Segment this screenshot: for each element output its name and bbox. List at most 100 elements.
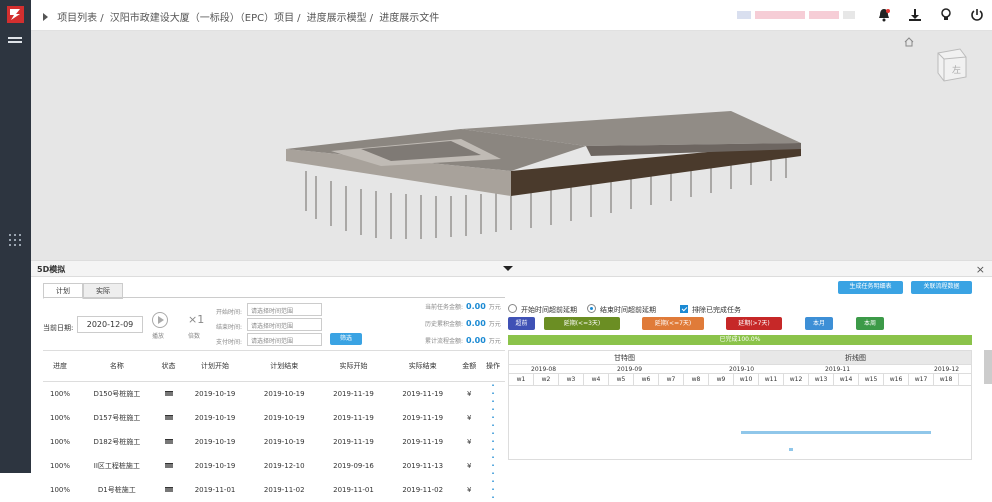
table-row[interactable]: 100% II区工程桩施工 2019-10-19 2019-12-10 2019-09-… — [43, 454, 505, 478]
lightbulb-icon[interactable] — [939, 8, 953, 22]
plan-end-cell: 2019-10-19 — [263, 390, 305, 398]
more-actions-icon[interactable]: · · · — [492, 405, 495, 430]
tab-line-chart[interactable]: 折线图 — [740, 351, 971, 364]
menu-toggle-button[interactable] — [8, 37, 22, 43]
play-label: 播放 — [152, 333, 165, 340]
actual-end-cell: 2019-11-02 — [402, 486, 444, 494]
legend-ahead[interactable]: 超前 — [508, 317, 535, 330]
play-button[interactable] — [152, 312, 168, 328]
task-name-cell: II区工程桩施工 — [93, 462, 140, 470]
progress-cell: 100% — [50, 462, 71, 470]
generate-task-list-button[interactable]: 生成任务明细表 — [838, 281, 903, 294]
gantt-week-label: w7 — [659, 374, 684, 385]
breadcrumb-item-model[interactable]: 进度展示模型 — [307, 13, 367, 24]
power-icon[interactable] — [970, 8, 984, 22]
pay-time-range-input[interactable]: 请选择时间范围 — [247, 333, 322, 346]
start-time-range-input[interactable]: 请选择时间范围 — [247, 303, 322, 316]
gantt-week-label: w17 — [909, 374, 934, 385]
exclude-completed-checkbox[interactable] — [680, 305, 688, 313]
filter-button[interactable]: 筛选 — [330, 333, 362, 345]
breadcrumb-item-project[interactable]: 汉阳市政建设大厦（一标段）（EPC）项目 — [110, 13, 294, 24]
col-status[interactable]: 状态 — [156, 350, 181, 382]
legend-delay-7[interactable]: 延期(<=7天) — [642, 317, 704, 330]
navigation-cube-icon[interactable]: 左 — [930, 43, 970, 83]
app-logo[interactable] — [7, 6, 24, 23]
download-icon[interactable] — [908, 8, 922, 22]
home-view-icon[interactable] — [904, 37, 914, 47]
topbar: 项目列表 / 汉阳市政建设大厦（一标段）（EPC）项目 / 进度展示模型 / 进度展示… — [31, 0, 992, 31]
more-actions-icon[interactable]: · · · — [492, 453, 495, 478]
actions: · · · — [481, 478, 505, 502]
table-row[interactable]: 100% D157号桩施工 2019-10-19 2019-10-19 2019-11-… — [43, 406, 505, 430]
more-actions-icon[interactable]: · · · — [492, 429, 495, 454]
task-table: 进度 名称 状态 计划开始 计划结束 实际开始 实际结束 金额 操作 100% D… — [43, 350, 505, 502]
plan-start-cell: 2019-11-01 — [194, 486, 236, 494]
gantt-week-label: w3 — [559, 374, 584, 385]
legend-delay-3[interactable]: 延期(<=3天) — [544, 317, 620, 330]
col-amount[interactable]: 金额 — [457, 350, 482, 382]
task-name-cell: D150号桩施工 — [93, 390, 141, 398]
legend-this-month[interactable]: 本月 — [805, 317, 833, 330]
amount-cell: ¥ — [466, 414, 472, 422]
process-total-amount: 累计流程金额: 0.00 万元 — [425, 336, 501, 345]
more-actions-icon[interactable]: · · · — [492, 381, 495, 406]
end-time-range-input[interactable]: 请选择时间范围 — [247, 318, 322, 331]
history-total-amount: 历史累积金额: 0.00 万元 — [425, 319, 501, 328]
more-actions-icon[interactable]: · · · — [492, 477, 495, 502]
gantt-week-label: w14 — [834, 374, 859, 385]
simulation-panel: 5D模拟 × 计划 实际 当前日期: 2020-12-09 播放 ×1 倍数 开… — [31, 260, 992, 502]
col-name[interactable]: 名称 — [77, 350, 157, 382]
progress-cell: 100% — [50, 438, 71, 446]
speed-value[interactable]: ×1 — [188, 313, 204, 326]
gantt-task-bar[interactable] — [741, 431, 931, 434]
col-actual-start[interactable]: 实际开始 — [318, 350, 389, 382]
3d-model-viewport[interactable]: 左 — [31, 31, 992, 260]
gantt-week-label: w4 — [584, 374, 609, 385]
plan-start-cell: 2019-10-19 — [194, 462, 236, 470]
col-actual-end[interactable]: 实际结束 — [388, 350, 458, 382]
gantt-chart[interactable]: 甘特图 折线图 2019-08 2019-09 2019-10 2019-11 2019… — [508, 350, 972, 460]
breadcrumb-item-projects[interactable]: 项目列表 — [57, 13, 97, 24]
gantt-week-label: w9 — [709, 374, 734, 385]
status — [157, 454, 181, 478]
col-plan-start[interactable]: 计划开始 — [180, 350, 250, 382]
table-row[interactable]: 100% D1号桩施工 2019-11-01 2019-11-02 2019-11-01… — [43, 478, 505, 502]
close-icon[interactable]: × — [976, 263, 985, 276]
plan-end-cell: 2019-12-10 — [263, 462, 305, 470]
actions: · · · — [481, 430, 505, 454]
breadcrumb-item-file: 进度展示文件 — [379, 13, 440, 24]
exclude-completed-label: 排除已完成任务 — [692, 306, 741, 314]
user-info-blurred[interactable] — [737, 8, 867, 22]
radio-start-delay[interactable] — [508, 304, 517, 313]
bell-icon[interactable] — [877, 8, 891, 22]
radio-end-delay[interactable] — [587, 304, 596, 313]
legend-this-week[interactable]: 本周 — [856, 317, 884, 330]
gantt-week-label: w16 — [884, 374, 909, 385]
actions: · · · — [481, 454, 505, 478]
speed-label: 倍数 — [188, 333, 201, 340]
current-date-label: 当前日期: — [43, 324, 74, 332]
apps-grid-icon[interactable] — [9, 234, 21, 246]
gantt-month-label: 2019-09 — [617, 366, 643, 373]
gantt-task-marker[interactable] — [789, 448, 793, 451]
status-icon — [164, 391, 173, 396]
building-model[interactable] — [31, 31, 992, 260]
related-process-button[interactable]: 关联流程数据 — [911, 281, 972, 294]
table-row[interactable]: 100% D182号桩施工 2019-10-19 2019-10-19 2019-11-… — [43, 430, 505, 454]
legend-delay-over-7[interactable]: 延期(>7天) — [726, 317, 782, 330]
filter-end-label: 结束时间: — [216, 324, 243, 331]
current-date-input[interactable]: 2020-12-09 — [77, 316, 143, 333]
tab-gantt[interactable]: 甘特图 — [509, 351, 740, 364]
amount-cell: ¥ — [466, 486, 472, 494]
progress-cell: 100% — [50, 390, 71, 398]
plan-end-cell: 2019-11-02 — [263, 486, 305, 494]
col-progress[interactable]: 进度 — [43, 350, 78, 382]
gantt-month-label: 2019-11 — [825, 366, 851, 373]
gantt-week-label: w12 — [784, 374, 809, 385]
panel-title: 5D模拟 — [37, 265, 66, 274]
col-plan-end[interactable]: 计划结束 — [249, 350, 319, 382]
collapse-panel-icon[interactable] — [503, 266, 513, 271]
table-row[interactable]: 100% D150号桩施工 2019-10-19 2019-10-19 2019-11-… — [43, 382, 505, 407]
gantt-scrollbar[interactable] — [984, 350, 992, 384]
actual-start-cell: 2019-11-01 — [333, 486, 374, 494]
